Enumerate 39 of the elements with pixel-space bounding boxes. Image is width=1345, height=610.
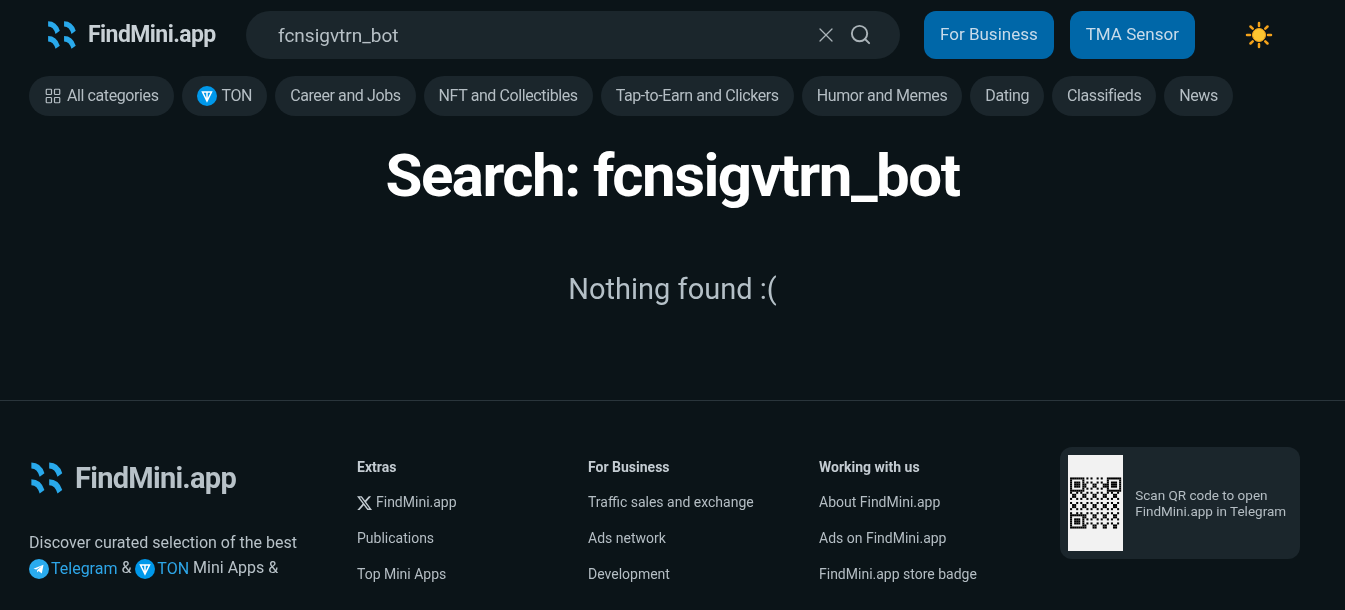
telegram-icon [29,558,49,579]
footer-link[interactable]: About FindMini.app [819,492,1050,513]
sun-icon[interactable] [1244,21,1273,49]
footer-link[interactable]: Ads on FindMini.app [819,528,1050,549]
footer-link[interactable]: FindMini.app store badge [819,564,1050,585]
grid-icon [44,87,62,105]
category-chip[interactable]: NFT and Collectibles [423,76,593,116]
footer-logo-text[interactable]: FindMini.app [75,456,237,500]
footer-column-title: For Business [588,457,671,477]
footer-link[interactable]: Development [588,564,819,585]
footer-link[interactable]: FindMini.app [357,492,588,513]
footer-description: Discover curated selection of the best Telegram & TON Mini Apps & [29,530,357,582]
category-chip[interactable]: Dating [970,76,1045,116]
footer-column-title: Working with us [819,457,921,477]
ton-icon [135,558,156,579]
logo-text[interactable]: FindMini.app [88,17,216,53]
category-chip[interactable]: Classifieds [1052,76,1157,116]
category-chip[interactable]: Tap-to-Earn and Clickers [600,76,794,116]
header-button[interactable]: TMA Sensor [1069,11,1195,59]
qr-caption: Scan QR code to open FindMini.app in Telegram [1135,486,1288,519]
category-chip[interactable]: All categories [29,76,174,116]
footer-link[interactable]: Traffic sales and exchange [588,492,819,513]
category-chip[interactable]: Humor and Memes [801,76,963,116]
page-title: Search: fcnsigvtrn_bot [384,140,961,212]
footer-column-title: Extras [357,457,398,477]
x-logo-icon [357,495,372,510]
footer-link[interactable]: Top Mini Apps [357,564,588,585]
footer-link[interactable]: Ads network [588,528,819,549]
empty-message: Nothing found :( [567,271,778,308]
category-chip[interactable]: News [1164,76,1233,116]
ton-icon [196,86,217,106]
footer-link[interactable]: TON [135,556,190,582]
category-chip[interactable]: Career and Jobs [275,76,416,116]
footer-link[interactable]: Telegram [29,556,118,582]
search-field[interactable]: fcnsigvtrn_bot [246,11,900,59]
search-icon[interactable] [849,23,872,46]
footer-link[interactable]: Publications [357,528,588,549]
category-chip[interactable]: TON [181,76,268,116]
header-button[interactable]: For Business [924,11,1054,59]
